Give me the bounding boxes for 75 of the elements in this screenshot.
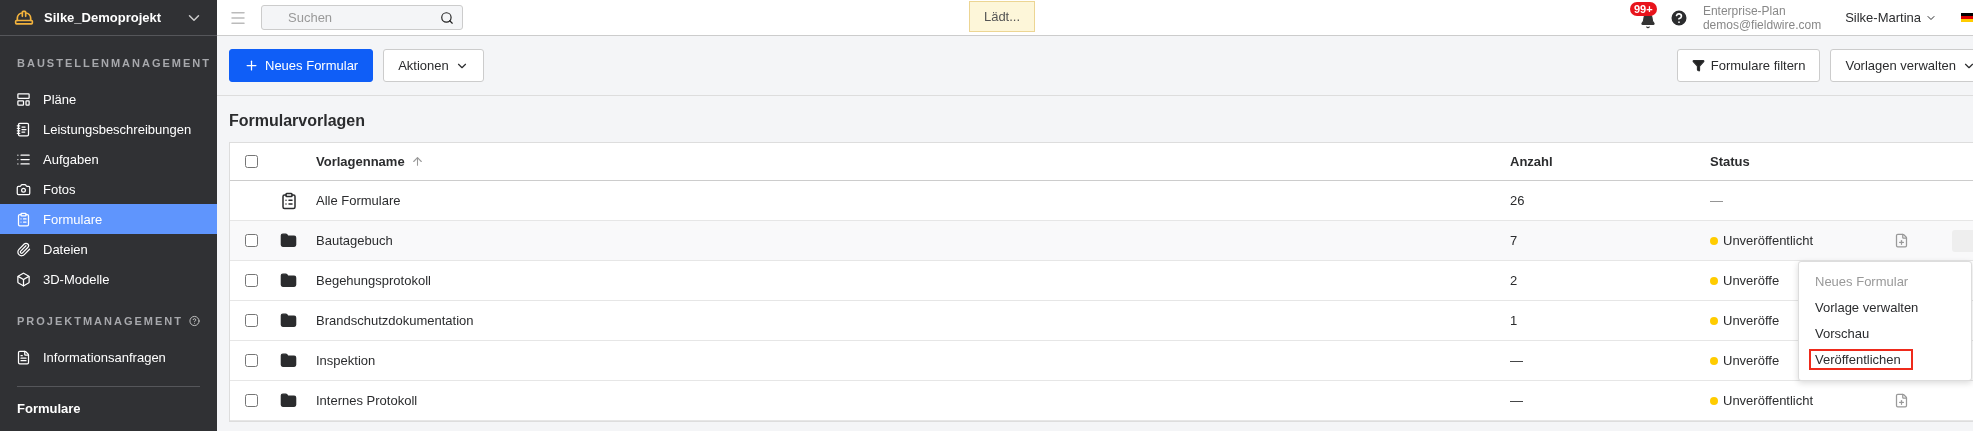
template-name[interactable]: Internes Protokoll bbox=[316, 393, 1510, 408]
status-cell: Unveröffe bbox=[1723, 273, 1780, 288]
sidebar-item[interactable]: Dateien bbox=[0, 234, 217, 264]
actions-button[interactable]: Aktionen bbox=[383, 49, 484, 82]
clipboard-icon bbox=[16, 211, 31, 227]
notification-count: 99+ bbox=[1629, 1, 1657, 16]
column-header: Anzahl bbox=[1510, 154, 1553, 169]
status-cell: Unveröffe bbox=[1723, 353, 1780, 368]
paperclip-icon bbox=[16, 241, 31, 257]
count-cell-text: 2 bbox=[1510, 273, 1519, 288]
row-checkbox[interactable] bbox=[245, 394, 258, 407]
sidebar-footer-title: Formulare bbox=[16, 400, 82, 418]
template-name[interactable]: Alle Formulare bbox=[316, 193, 1510, 208]
column-header: Status bbox=[1710, 154, 1750, 169]
column-header[interactable]: Vorlagenname bbox=[316, 154, 405, 169]
filter-icon[interactable] bbox=[1691, 59, 1705, 72]
file-plus-icon[interactable] bbox=[1894, 393, 1909, 408]
folder-icon bbox=[280, 352, 297, 369]
sidebar-item[interactable]: Aufgaben bbox=[0, 144, 217, 174]
camera-icon bbox=[16, 181, 31, 197]
folder-icon bbox=[280, 232, 297, 249]
templates-button[interactable]: Vorlagen verwalten bbox=[1830, 49, 1973, 82]
count-cell-text: — bbox=[1510, 393, 1524, 408]
menu-item[interactable]: Veröffentlichen bbox=[1809, 348, 1913, 370]
status-cell: Unveröffentlicht bbox=[1723, 233, 1814, 248]
count-cell-text: 26 bbox=[1510, 193, 1526, 208]
clipboard-icon bbox=[280, 191, 298, 210]
row-checkbox[interactable] bbox=[245, 274, 258, 287]
sort-arrow-icon[interactable] bbox=[410, 155, 424, 168]
status-cell: Unveröffentlicht bbox=[1723, 393, 1814, 408]
folder-icon bbox=[280, 272, 297, 289]
sidebar-item[interactable]: Leistungsbeschreibungen bbox=[0, 114, 217, 144]
template-name[interactable]: Inspektion bbox=[316, 353, 1510, 368]
section-title: PROJEKTMANAGEMENT bbox=[17, 315, 183, 327]
search-input[interactable]: Suchen bbox=[286, 9, 440, 26]
sidebar-item[interactable]: Fotos bbox=[0, 174, 217, 204]
account-email: demos@fieldwire.com bbox=[1702, 17, 1822, 32]
template-name[interactable]: Brandschutzdokumentation bbox=[316, 313, 1510, 328]
count-cell-text: 1 bbox=[1510, 313, 1519, 328]
menu-item[interactable]: Vorschau bbox=[1809, 322, 1882, 344]
plus-icon[interactable] bbox=[244, 58, 259, 73]
template-name[interactable]: Bautagebuch bbox=[316, 233, 1510, 248]
row-checkbox[interactable] bbox=[245, 234, 258, 247]
count-cell-text: — bbox=[1510, 353, 1524, 368]
status-cell: Unveröffe bbox=[1723, 313, 1780, 328]
help-icon[interactable] bbox=[189, 314, 200, 328]
plan-icon bbox=[16, 91, 31, 107]
cube-icon bbox=[16, 271, 31, 287]
filter-button[interactable]: Formulare filtern bbox=[1676, 49, 1821, 82]
sidebar-item[interactable]: 3D-Modelle bbox=[0, 264, 217, 294]
menu-item[interactable]: Vorlage verwalten bbox=[1809, 296, 1931, 318]
document-icon bbox=[16, 349, 31, 365]
search-field[interactable]: Suchen bbox=[261, 5, 463, 30]
new-form-button[interactable]: Neues Formular bbox=[229, 49, 374, 82]
file-plus-icon[interactable] bbox=[1894, 233, 1909, 248]
project-name: Silke_Demoprojekt bbox=[44, 10, 163, 25]
sidebar-item[interactable]: Pläne bbox=[0, 84, 217, 114]
folder-icon bbox=[280, 312, 297, 329]
select-all-checkbox[interactable] bbox=[245, 155, 258, 168]
row-checkbox[interactable] bbox=[245, 354, 258, 367]
user-menu[interactable]: Silke-Martina bbox=[1845, 10, 1937, 25]
row-checkbox[interactable] bbox=[245, 314, 258, 327]
template-name[interactable]: Begehungsprotokoll bbox=[316, 273, 1510, 288]
flag-icon[interactable] bbox=[1961, 12, 1973, 23]
sidebar-item[interactable]: Informationsanfragen bbox=[0, 342, 217, 372]
folder-icon bbox=[280, 392, 297, 409]
notebook-icon bbox=[16, 121, 31, 137]
search-icon[interactable] bbox=[440, 10, 454, 25]
section-heading: Formularvorlagen bbox=[228, 111, 367, 131]
count-cell-text: 7 bbox=[1510, 233, 1519, 248]
plan-name: Enterprise-Plan bbox=[1702, 3, 1787, 18]
loading-indicator: Lädt... bbox=[969, 1, 1035, 32]
section-title: BAUSTELLENMANAGEMENT bbox=[17, 57, 211, 69]
list-icon bbox=[16, 151, 31, 167]
status-cell-text: — bbox=[1710, 193, 1724, 208]
